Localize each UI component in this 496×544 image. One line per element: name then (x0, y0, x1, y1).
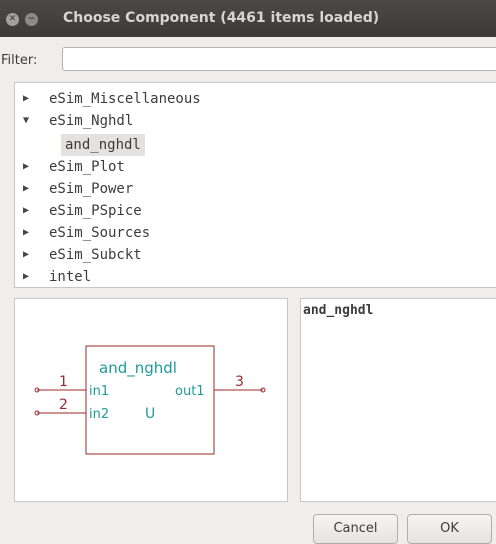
symbol-preview-canvas: and_nghdl in1 in2 out1 U 1 2 3 (34, 345, 266, 455)
tree-item-intel[interactable]: ▶ intel (23, 266, 91, 288)
expand-arrow-icon[interactable]: ▶ (23, 88, 49, 110)
tree-item-label: and_nghdl (65, 137, 141, 153)
tree-item-esim-miscellaneous[interactable]: ▶ eSim_Miscellaneous (23, 88, 201, 110)
ok-button[interactable]: OK (407, 514, 492, 544)
description-text: and_nghdl (303, 303, 374, 318)
close-window-button[interactable]: ✕ (6, 13, 19, 26)
pin-1-number: 1 (59, 374, 68, 390)
close-icon: ✕ (8, 14, 17, 24)
tree-item-esim-sources[interactable]: ▶ eSim_Sources (23, 222, 150, 244)
expand-arrow-icon[interactable]: ▶ (23, 178, 49, 200)
pin-2-number: 2 (59, 397, 68, 413)
pin-3-name: out1 (175, 384, 205, 399)
collapse-arrow-icon[interactable]: ▼ (23, 110, 49, 132)
tree-item-and-nghdl[interactable]: and_nghdl (61, 134, 145, 156)
tree-item-label: intel (49, 269, 92, 285)
title-bar: ✕ − Choose Component (4461 items loaded) (0, 0, 496, 37)
pin-1-name: in1 (89, 384, 109, 399)
description-panel: and_nghdl (300, 298, 496, 502)
tree-item-label: eSim_Plot (49, 159, 125, 175)
minimize-icon: − (27, 14, 36, 24)
tree-item-esim-plot[interactable]: ▶ eSim_Plot (23, 156, 125, 178)
tree-item-label: eSim_Sources (49, 225, 151, 241)
tree-item-esim-subckt[interactable]: ▶ eSim_Subckt (23, 244, 142, 266)
tree-item-label: eSim_Subckt (49, 247, 142, 263)
tree-item-label: eSim_Power (49, 181, 134, 197)
tree-item-label: eSim_Nghdl (49, 113, 134, 129)
tree-item-label: eSim_Miscellaneous (49, 91, 201, 107)
minimize-window-button[interactable]: − (25, 13, 38, 26)
pin-2-name: in2 (89, 407, 109, 422)
component-name-label: and_nghdl (99, 359, 177, 378)
filter-input[interactable] (62, 47, 496, 71)
pin-3-number: 3 (235, 374, 244, 390)
tree-item-esim-nghdl[interactable]: ▼ eSim_Nghdl (23, 110, 133, 132)
cancel-button[interactable]: Cancel (313, 514, 398, 544)
tree-item-esim-power[interactable]: ▶ eSim_Power (23, 178, 133, 200)
expand-arrow-icon[interactable]: ▶ (23, 156, 49, 178)
tree-item-esim-pspice[interactable]: ▶ eSim_PSpice (23, 200, 142, 222)
expand-arrow-icon[interactable]: ▶ (23, 200, 49, 222)
tree-item-label: eSim_PSpice (49, 203, 142, 219)
expand-arrow-icon[interactable]: ▶ (23, 222, 49, 244)
filter-label: Filter: (1, 53, 38, 68)
expand-arrow-icon[interactable]: ▶ (23, 266, 49, 288)
reference-label: U (145, 406, 155, 422)
symbol-preview-panel: and_nghdl in1 in2 out1 U 1 2 3 (14, 298, 288, 502)
expand-arrow-icon[interactable]: ▶ (23, 244, 49, 266)
component-tree[interactable]: ▶ eSim_Miscellaneous ▼ eSim_Nghdl and_nghd… (14, 82, 496, 288)
window-title: Choose Component (4461 items loaded) (63, 10, 380, 26)
